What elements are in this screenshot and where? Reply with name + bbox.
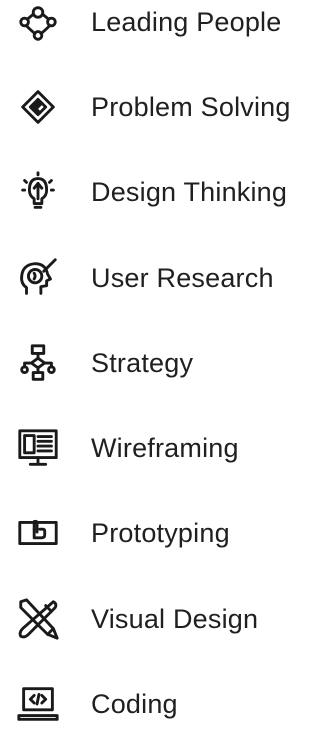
skill-label: Strategy — [91, 347, 194, 378]
skill-label: Prototyping — [91, 517, 230, 548]
skill-item-visual-design: Visual Design — [0, 589, 306, 649]
skill-label: Visual Design — [91, 603, 259, 634]
skill-item-problem-solving: Problem Solving — [0, 77, 306, 137]
skill-item-coding: Coding — [0, 674, 306, 734]
strategy-icon — [14, 339, 62, 387]
skill-item-leading-people: Leading People — [0, 0, 306, 52]
skill-label: Coding — [91, 688, 178, 719]
skill-item-wireframing: Wireframing — [0, 418, 306, 478]
prototyping-icon — [14, 509, 62, 557]
skill-item-prototyping: Prototyping — [0, 503, 306, 563]
design-thinking-icon — [14, 168, 62, 216]
coding-icon — [14, 680, 62, 728]
skill-label: Problem Solving — [91, 91, 291, 122]
skill-item-design-thinking: Design Thinking — [0, 162, 306, 222]
visual-design-icon — [14, 595, 62, 643]
skill-label: Wireframing — [91, 432, 239, 463]
skill-label: Leading People — [91, 6, 282, 37]
user-research-icon — [14, 254, 62, 302]
problem-solving-icon — [14, 83, 62, 131]
skill-item-strategy: Strategy — [0, 333, 306, 393]
skill-item-user-research: User Research — [0, 248, 306, 308]
wireframing-icon — [14, 424, 62, 472]
skill-label: User Research — [91, 262, 274, 293]
leading-people-icon — [14, 0, 62, 46]
skills-list: Leading People Problem Solving Design Th… — [0, 0, 306, 723]
skill-label: Design Thinking — [91, 176, 288, 207]
